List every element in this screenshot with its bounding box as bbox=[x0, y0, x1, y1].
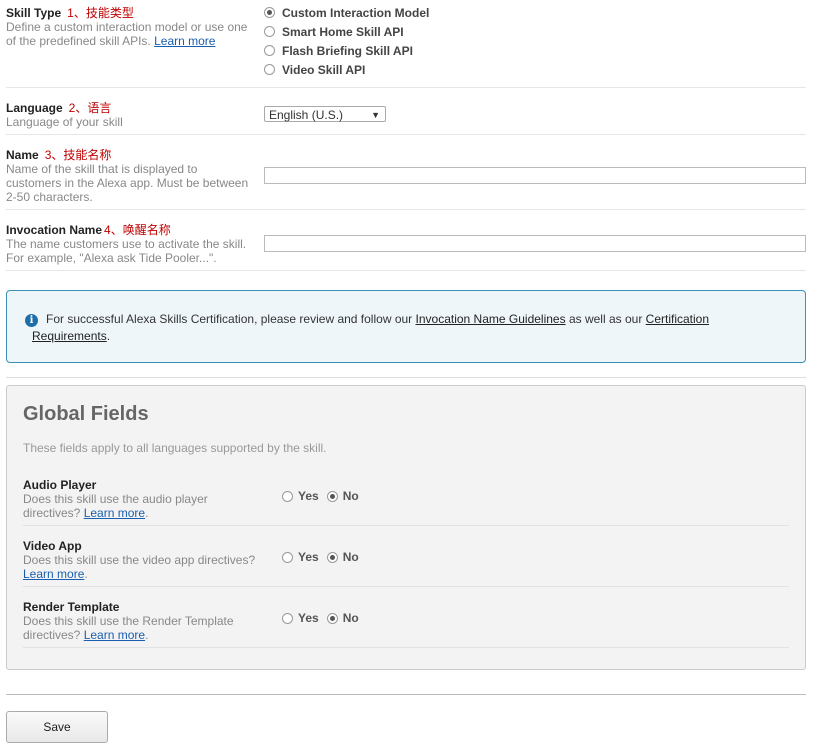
option-video-skill-api[interactable]: Video Skill API bbox=[264, 60, 429, 79]
language-desc: Language of your skill bbox=[6, 115, 123, 129]
yes-label: Yes bbox=[298, 550, 319, 564]
language-label-col: Language 2、语言 Language of your skill bbox=[6, 101, 256, 129]
certification-notice: i For successful Alexa Skills Certificat… bbox=[6, 290, 806, 363]
invocation-name-input[interactable] bbox=[264, 235, 806, 252]
render-template-desc: Does this skill use the Render Template … bbox=[23, 614, 234, 642]
chevron-down-icon: ▼ bbox=[371, 110, 380, 120]
radio-flash-briefing-skill-api[interactable] bbox=[264, 45, 275, 56]
video-app-desc: Does this skill use the video app direct… bbox=[23, 553, 256, 581]
audio-player-options: Yes No bbox=[282, 489, 367, 503]
invocation-name-annotation: 4、唤醒名称 bbox=[104, 223, 171, 237]
video-app-desc-text: Does this skill use the video app direct… bbox=[23, 553, 256, 567]
audio-player-desc: Does this skill use the audio player dir… bbox=[23, 492, 208, 520]
global-fields-panel: Global Fields These fields apply to all … bbox=[6, 385, 806, 670]
notice-text: For successful Alexa Skills Certificatio… bbox=[32, 311, 772, 345]
global-fields-subtitle: These fields apply to all languages supp… bbox=[23, 441, 327, 455]
yes-label: Yes bbox=[298, 611, 319, 625]
name-title-text: Name bbox=[6, 148, 39, 162]
invocation-name-desc: The name customers use to activate the s… bbox=[6, 237, 247, 265]
option-smart-home-skill-api[interactable]: Smart Home Skill API bbox=[264, 22, 429, 41]
skill-type-label-col: Skill Type 1、技能类型 Define a custom interac… bbox=[6, 6, 256, 48]
name-label-col: Name 3、技能名称 Name of the skill that is dis… bbox=[6, 148, 256, 204]
invocation-name-row: Invocation Name 4、唤醒名称 The name customers… bbox=[6, 210, 806, 271]
radio-smart-home-skill-api[interactable] bbox=[264, 26, 275, 37]
skill-type-options: Custom Interaction Model Smart Home Skil… bbox=[264, 3, 429, 79]
global-fields-title: Global Fields bbox=[23, 403, 149, 425]
invocation-name-guidelines-link[interactable]: Invocation Name Guidelines bbox=[416, 312, 566, 326]
option-label: Smart Home Skill API bbox=[282, 24, 404, 39]
option-label: Video Skill API bbox=[282, 62, 366, 77]
name-row: Name 3、技能名称 Name of the skill that is dis… bbox=[6, 135, 806, 210]
video-app-title: Video App bbox=[23, 539, 82, 553]
notice-text-before: For successful Alexa Skills Certificatio… bbox=[46, 312, 413, 326]
option-flash-briefing-skill-api[interactable]: Flash Briefing Skill API bbox=[264, 41, 429, 60]
render-template-options: Yes No bbox=[282, 611, 367, 625]
audio-player-row: Audio Player Does this skill use the aud… bbox=[23, 478, 789, 526]
option-label: Flash Briefing Skill API bbox=[282, 43, 413, 58]
invocation-name-label-col: Invocation Name 4、唤醒名称 The name customers… bbox=[6, 223, 256, 265]
skill-type-title-text: Skill Type bbox=[6, 6, 62, 20]
name-annotation: 3、技能名称 bbox=[44, 148, 112, 162]
skill-type-title: Skill Type 1、技能类型 bbox=[6, 6, 256, 20]
name-input[interactable] bbox=[264, 167, 806, 184]
option-label: Custom Interaction Model bbox=[282, 5, 430, 20]
language-row: Language 2、语言 Language of your skill Engl… bbox=[6, 88, 806, 135]
video-app-yes-radio[interactable] bbox=[282, 551, 293, 563]
language-title: Language 2、语言 bbox=[6, 101, 256, 115]
language-select[interactable]: English (U.S.) ▼ bbox=[264, 106, 386, 122]
name-title: Name 3、技能名称 bbox=[6, 148, 256, 162]
audio-player-learn-more-link[interactable]: Learn more bbox=[84, 506, 145, 520]
no-label: No bbox=[342, 489, 359, 503]
notice-text-after: . bbox=[106, 329, 111, 343]
render-template-row: Render Template Does this skill use the … bbox=[23, 600, 789, 648]
radio-video-skill-api[interactable] bbox=[264, 64, 275, 75]
no-label: No bbox=[342, 611, 359, 625]
divider bbox=[6, 377, 806, 378]
footer-divider bbox=[6, 694, 806, 695]
render-template-no-radio[interactable] bbox=[326, 612, 338, 624]
skill-type-row: Skill Type 1、技能类型 Define a custom interac… bbox=[6, 0, 806, 88]
yes-label: Yes bbox=[298, 489, 319, 503]
skill-type-desc: Define a custom interaction model or use… bbox=[6, 20, 256, 48]
radio-custom-interaction-model[interactable] bbox=[264, 7, 275, 18]
option-custom-interaction-model[interactable]: Custom Interaction Model bbox=[264, 3, 429, 22]
render-template-learn-more-link[interactable]: Learn more bbox=[84, 628, 145, 642]
audio-player-yes-radio[interactable] bbox=[282, 490, 293, 502]
language-title-text: Language bbox=[6, 101, 63, 115]
audio-player-no-radio[interactable] bbox=[326, 490, 338, 502]
language-annotation: 2、语言 bbox=[68, 101, 112, 115]
render-template-yes-radio[interactable] bbox=[282, 612, 293, 624]
name-desc: Name of the skill that is displayed to c… bbox=[6, 162, 249, 204]
save-button[interactable]: Save bbox=[6, 711, 108, 743]
language-selected-value: English (U.S.) bbox=[269, 108, 344, 122]
skill-type-learn-more-link[interactable]: Learn more bbox=[154, 34, 215, 48]
video-app-options: Yes No bbox=[282, 550, 367, 564]
skill-type-annotation: 1、技能类型 bbox=[67, 6, 134, 20]
video-app-row: Video App Does this skill use the video … bbox=[23, 539, 789, 587]
render-template-title: Render Template bbox=[23, 600, 120, 614]
video-app-learn-more-link[interactable]: Learn more bbox=[23, 567, 84, 581]
audio-player-title: Audio Player bbox=[23, 478, 97, 492]
video-app-no-radio[interactable] bbox=[326, 551, 338, 563]
invocation-name-title-text: Invocation Name bbox=[6, 223, 103, 237]
invocation-name-title: Invocation Name 4、唤醒名称 bbox=[6, 223, 256, 237]
notice-text-middle: as well as our bbox=[568, 312, 643, 326]
no-label: No bbox=[342, 550, 359, 564]
